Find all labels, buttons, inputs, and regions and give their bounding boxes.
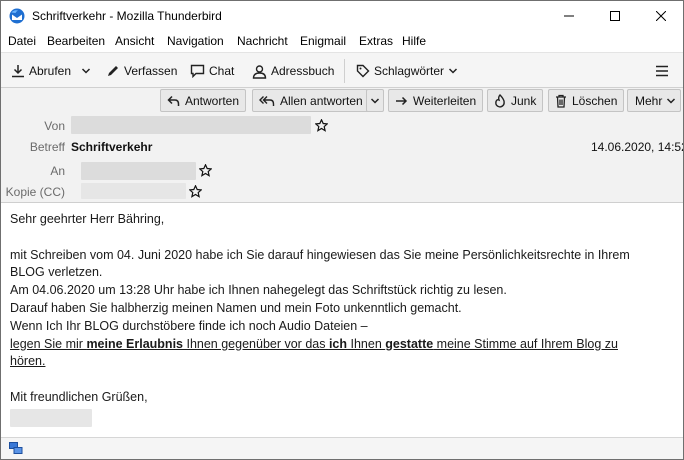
chevron-down-icon [370, 97, 380, 104]
tags-button[interactable]: Schlagwörter [356, 59, 462, 83]
star-icon[interactable] [315, 119, 328, 132]
reply-all-icon [259, 95, 275, 106]
get-mail-dropdown[interactable] [81, 59, 95, 83]
to-label: An [50, 164, 65, 178]
from-address-redacted [71, 116, 311, 134]
to-address-redacted [81, 162, 196, 180]
minimize-button[interactable] [546, 1, 592, 31]
reply-label: Antworten [185, 93, 240, 108]
more-button[interactable]: Mehr [627, 89, 682, 112]
forward-button[interactable]: Weiterleiten [388, 89, 484, 112]
thunderbird-window: Schriftverkehr - Mozilla Thunderbird Dat… [0, 0, 684, 460]
title-bar: Schriftverkehr - Mozilla Thunderbird [1, 1, 683, 31]
reply-all-button[interactable]: Allen antworten [252, 89, 369, 112]
tag-icon [356, 64, 370, 78]
body-line: Wenn Ich Ihr BLOG durchstöbere finde ich… [10, 318, 368, 333]
junk-label: Junk [511, 93, 537, 108]
cc-address-redacted [81, 183, 186, 199]
menu-hilfe[interactable]: Hilfe [402, 34, 426, 48]
menu-enigmail[interactable]: Enigmail [300, 34, 346, 48]
body-line: mit Schreiben vom 04. Juni 2020 habe ich… [10, 247, 630, 262]
junk-flame-icon [495, 93, 505, 108]
chat-label: Chat [209, 64, 235, 78]
star-icon[interactable] [199, 164, 212, 177]
menu-datei[interactable]: Datei [8, 34, 36, 48]
chat-button[interactable]: Chat [190, 59, 234, 83]
menu-bearbeiten[interactable]: Bearbeiten [47, 34, 105, 48]
reply-all-dropdown[interactable] [366, 89, 384, 112]
underlined-line: legen Sie mir meine Erlaubnis Ihnen gege… [10, 336, 618, 351]
chat-bubble-icon [190, 64, 205, 78]
delete-button[interactable]: Löschen [548, 89, 625, 112]
chevron-down-icon [667, 97, 676, 104]
thunderbird-logo-icon [9, 8, 25, 24]
compose-label: Verfassen [124, 64, 178, 78]
download-icon [12, 65, 24, 78]
tags-label: Schlagwörter [374, 64, 445, 78]
closing: Mit freundlichen Grüßen, [10, 389, 148, 404]
reply-button[interactable]: Antworten [160, 89, 247, 112]
reply-all-label: Allen antworten [280, 93, 363, 108]
chevron-down-icon [81, 68, 91, 74]
junk-button[interactable]: Junk [487, 89, 544, 112]
reply-icon [167, 95, 180, 106]
status-bar [1, 437, 683, 459]
menu-navigation[interactable]: Navigation [167, 34, 224, 48]
network-status-icon[interactable] [9, 442, 23, 455]
message-body: Sehr geehrter Herr Bähring, mit Schreibe… [1, 204, 683, 437]
body-line: Am 04.06.2020 um 13:28 Uhr habe ich Ihne… [10, 283, 507, 298]
forward-label: Weiterleiten [413, 93, 477, 108]
menu-nachricht[interactable]: Nachricht [237, 34, 288, 48]
chevron-down-icon [449, 68, 458, 74]
message-header: Antworten Allen antworten Weiterleiten J… [1, 88, 683, 203]
body-line: BLOG verletzen. [10, 265, 103, 280]
subject-value: Schriftverkehr [71, 140, 153, 154]
window-title: Schriftverkehr - Mozilla Thunderbird [32, 9, 222, 23]
subject-label: Betreff [29, 140, 65, 154]
address-book-label: Adressbuch [271, 64, 335, 78]
address-book-button[interactable]: Adressbuch [252, 59, 334, 83]
from-label: Von [44, 119, 65, 133]
underlined-line: hören. [10, 354, 46, 369]
menu-bar: Datei Bearbeiten Ansicht Navigation Nach… [1, 31, 683, 52]
more-label: Mehr [635, 93, 663, 108]
maximize-button[interactable] [592, 1, 638, 31]
forward-arrow-icon [396, 96, 408, 105]
menu-extras[interactable]: Extras [359, 34, 393, 48]
close-icon [656, 11, 666, 21]
minimize-icon [564, 15, 574, 17]
toolbar-separator [344, 59, 345, 83]
compose-button[interactable]: Verfassen [106, 59, 177, 83]
body-line: Darauf haben Sie halbherzig meinen Namen… [10, 300, 462, 315]
get-mail-label: Abrufen [29, 64, 72, 78]
pencil-icon [108, 66, 118, 76]
delete-label: Löschen [572, 93, 618, 108]
close-button[interactable] [638, 1, 683, 31]
star-icon[interactable] [189, 185, 202, 198]
contact-icon [252, 64, 267, 79]
cc-label: Kopie (CC) [5, 185, 65, 199]
menu-ansicht[interactable]: Ansicht [115, 34, 154, 48]
trash-icon [556, 94, 566, 108]
main-toolbar: Abrufen Verfassen Chat Adressbuch Schlag… [1, 52, 683, 88]
maximize-icon [610, 11, 620, 21]
hamburger-icon [656, 65, 668, 77]
signature-redacted [10, 408, 92, 427]
app-menu-button[interactable] [655, 59, 673, 83]
get-mail-button[interactable]: Abrufen [11, 59, 71, 83]
greeting: Sehr geehrter Herr Bähring, [10, 212, 165, 226]
message-date: 14.06.2020, 14:52 [591, 140, 684, 154]
